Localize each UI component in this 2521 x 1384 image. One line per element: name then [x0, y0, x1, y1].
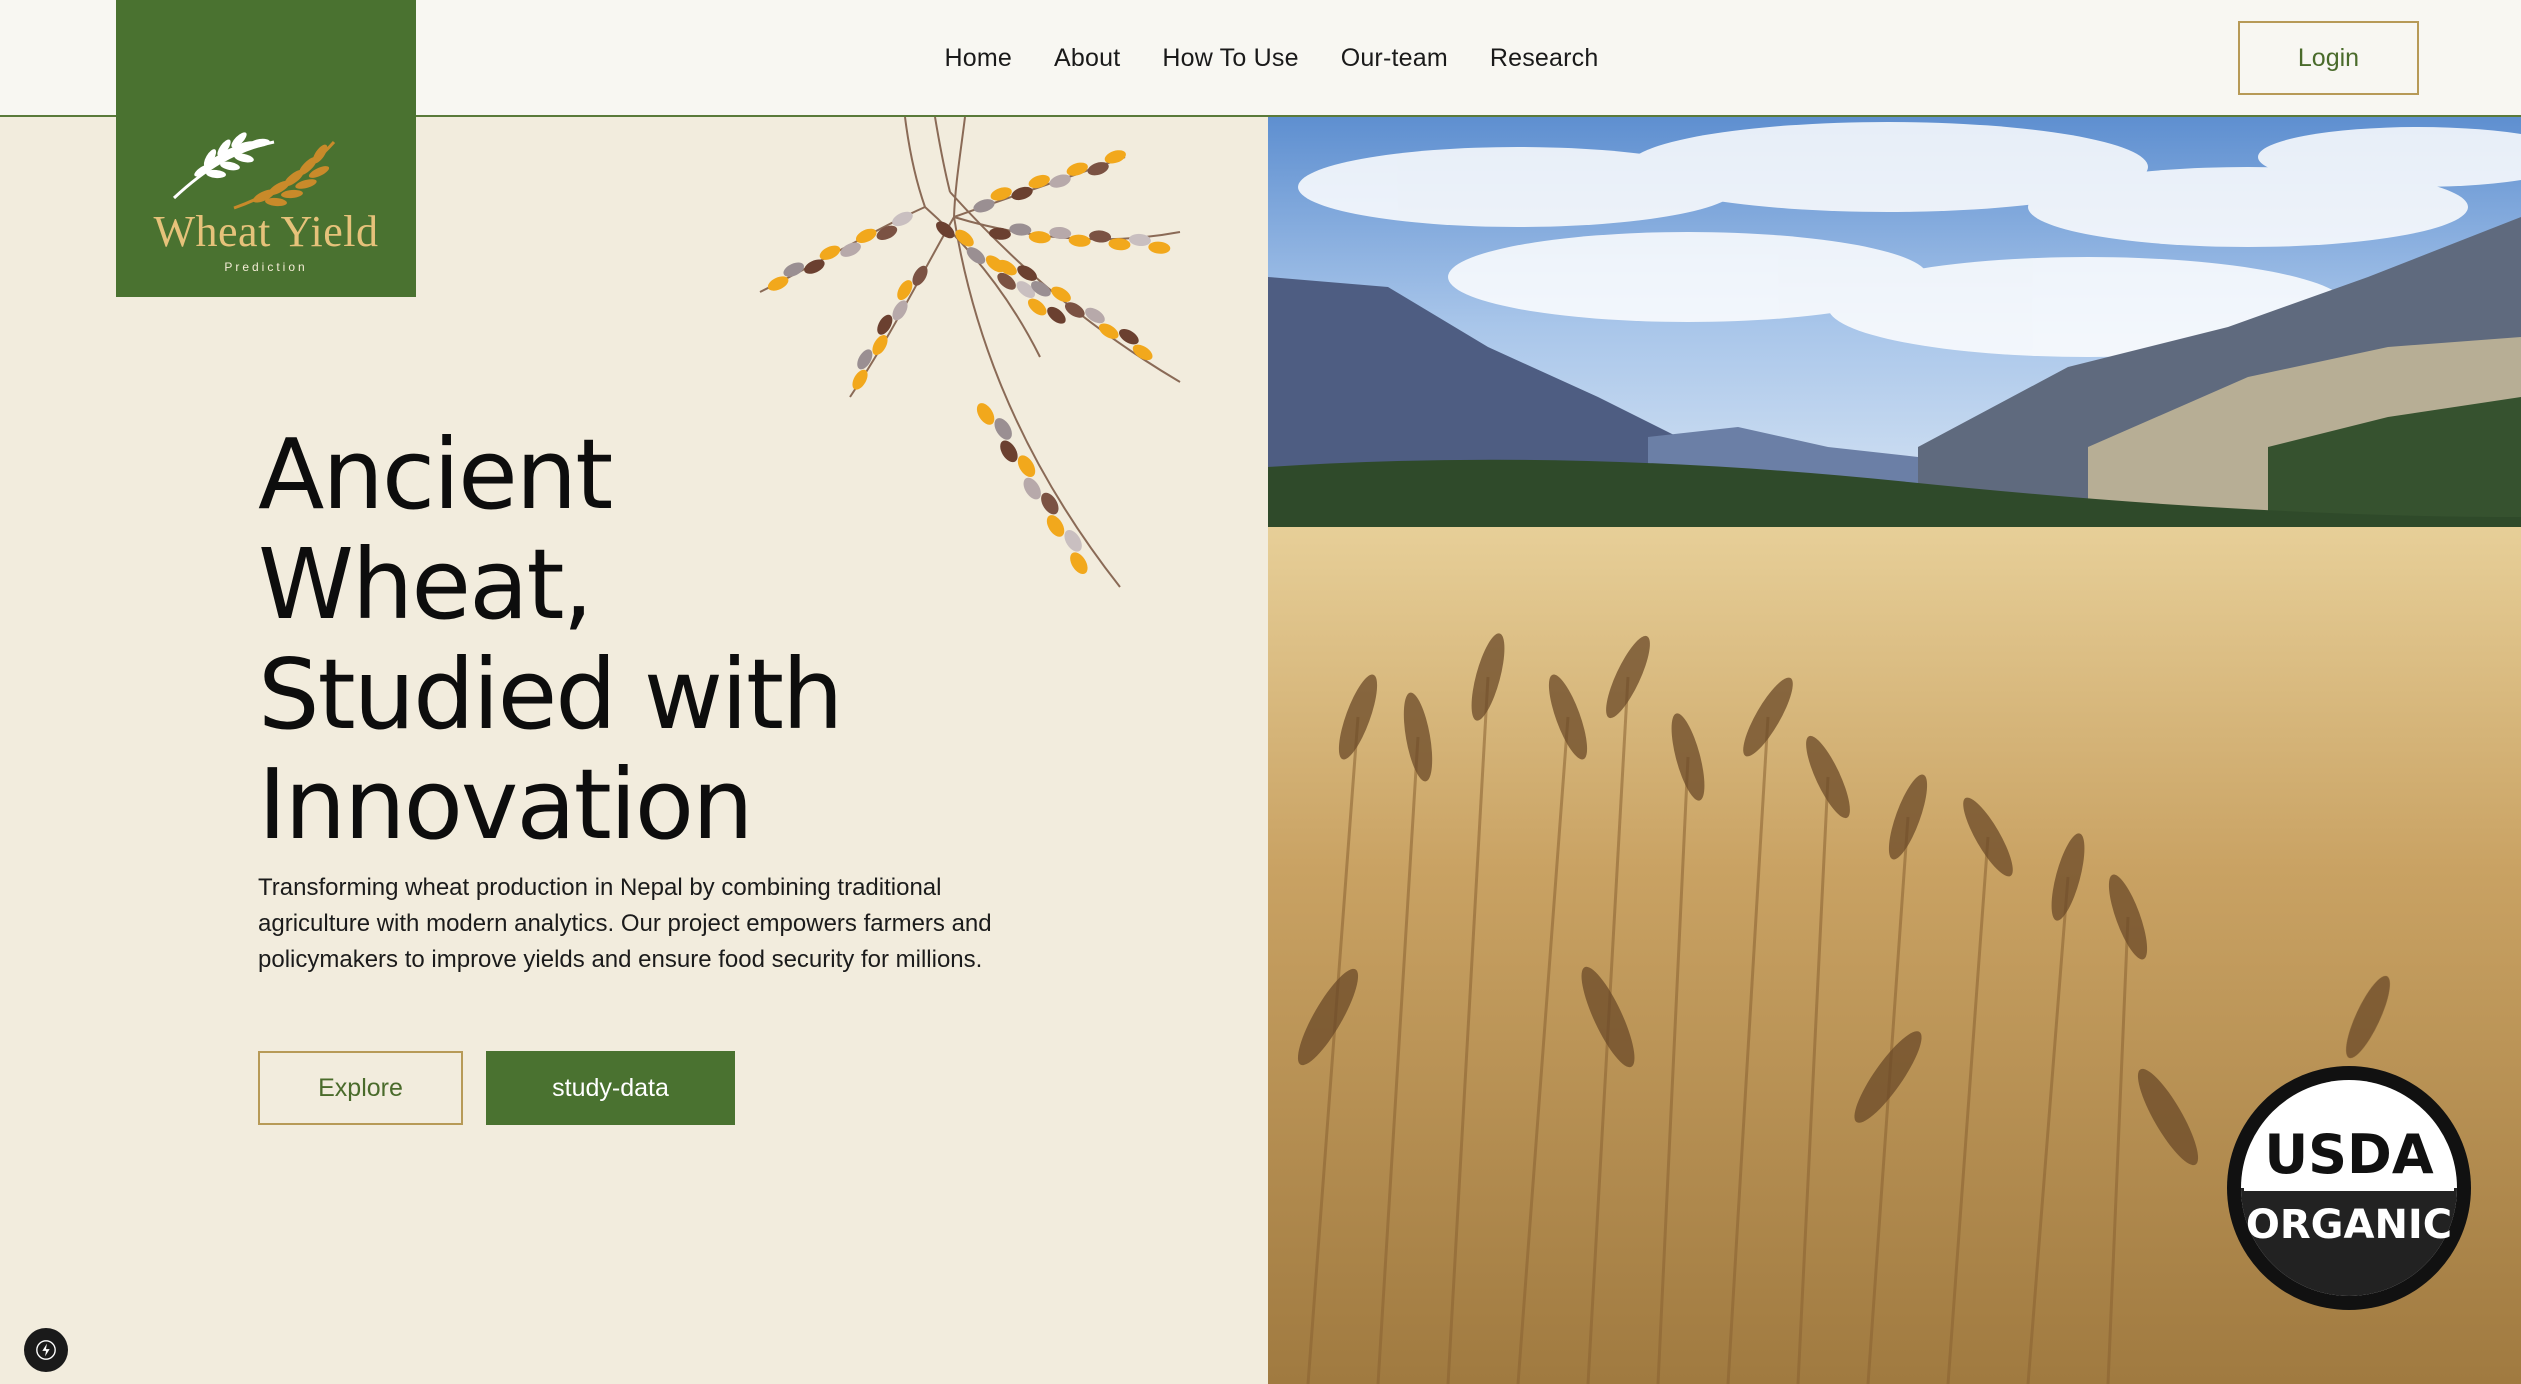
usda-organic-badge: USDA ORGANIC: [2227, 1066, 2471, 1310]
nav-our-team[interactable]: Our-team: [1341, 44, 1448, 73]
hero-description: Transforming wheat production in Nepal b…: [258, 874, 992, 973]
usda-badge-bottom-text: ORGANIC: [2246, 1202, 2452, 1248]
dev-tools-button[interactable]: [24, 1328, 68, 1372]
wheat-stalk-icon: [172, 132, 336, 210]
login-button[interactable]: Login: [2238, 21, 2419, 95]
hero-title: Ancient Wheat, Studied with Innovation: [258, 420, 1018, 860]
hero-title-line-1: Ancient: [258, 418, 613, 531]
nav-about[interactable]: About: [1054, 44, 1120, 73]
hero-title-line-3: Studied with: [258, 638, 843, 751]
explore-button[interactable]: Explore: [258, 1051, 463, 1125]
study-data-button[interactable]: study-data: [486, 1051, 735, 1125]
brand-logo[interactable]: Wheat Yield Prediction: [116, 0, 416, 297]
nav-home[interactable]: Home: [945, 44, 1013, 73]
brand-title: Wheat Yield: [153, 207, 379, 256]
hero-title-line-4: Innovation: [258, 748, 754, 861]
nav-research[interactable]: Research: [1490, 44, 1599, 73]
lightning-bolt-icon: [36, 1340, 56, 1360]
hero-title-line-2: Wheat,: [258, 528, 593, 641]
usda-badge-top-text: USDA: [2264, 1123, 2434, 1186]
nav-how-to-use[interactable]: How To Use: [1162, 44, 1298, 73]
brand-subtitle: Prediction: [224, 260, 308, 274]
